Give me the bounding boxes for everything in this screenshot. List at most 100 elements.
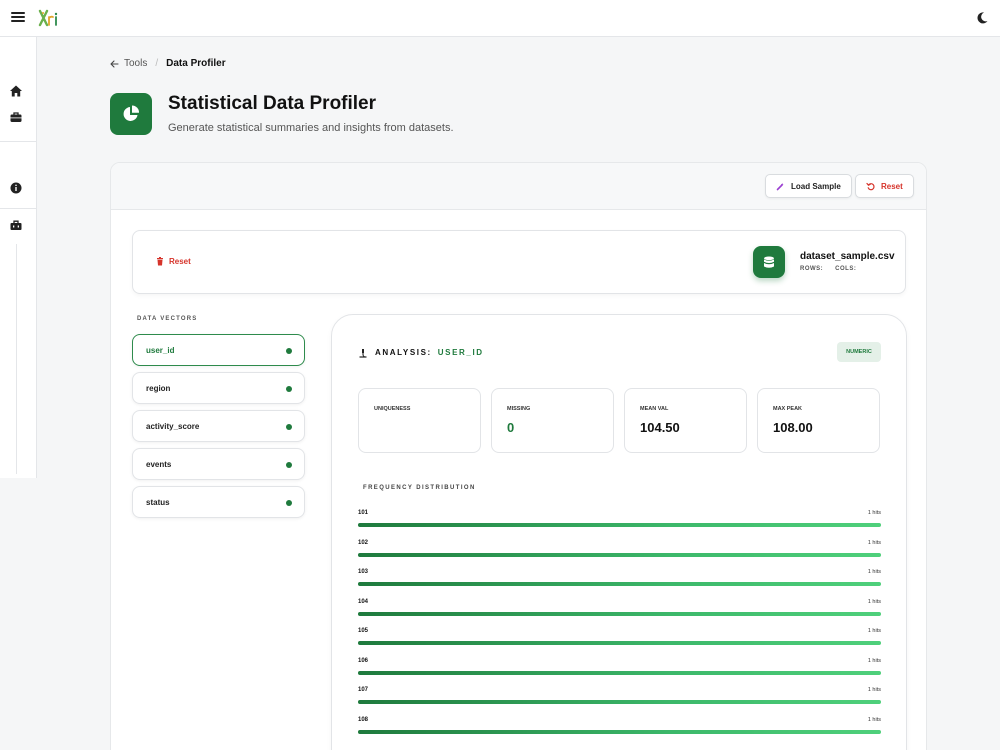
stat-label: MEAN VAL	[640, 406, 669, 412]
briefcase-icon[interactable]	[9, 110, 23, 124]
sidebar	[0, 37, 37, 478]
stat-value: 104.50	[640, 420, 680, 435]
frequency-bar-fill	[358, 523, 881, 527]
frequency-value: 106	[358, 657, 369, 664]
analysis-field: USER_ID	[437, 348, 484, 357]
frequency-bar-track	[358, 641, 881, 645]
frequency-value: 103	[358, 569, 369, 575]
frequency-heading: FREQUENCY DISTRIBUTION	[363, 485, 476, 491]
frequency-bar-fill	[358, 582, 881, 586]
status-dot	[286, 424, 292, 430]
frequency-hits: 1 hits	[867, 657, 881, 664]
frequency-row: 103 1 hits	[358, 569, 881, 587]
toolbox-icon[interactable]	[9, 218, 23, 232]
app-logo-icon[interactable]	[38, 9, 60, 27]
stat-value: 0	[507, 420, 515, 435]
home-icon[interactable]	[9, 84, 23, 98]
frequency-row: 101 1 hits	[358, 510, 881, 528]
sidebar-divider	[0, 208, 36, 209]
info-icon[interactable]	[9, 181, 23, 195]
stat-card-missing: MISSING 0	[491, 388, 614, 453]
frequency-row: 102 1 hits	[358, 540, 881, 558]
file-meta: ROWS: COLS:	[800, 266, 868, 272]
stat-card-uniqueness: UNIQUENESS	[358, 388, 481, 453]
frequency-row: 108 1 hits	[358, 717, 881, 735]
frequency-value: 108	[358, 716, 369, 723]
undo-icon	[866, 182, 875, 190]
frequency-bar-fill	[358, 700, 881, 704]
stat-label: MISSING	[507, 406, 531, 412]
wand-icon	[776, 182, 784, 190]
frequency-hits: 1 hits	[867, 539, 881, 546]
stat-label: UNIQUENESS	[374, 406, 411, 412]
frequency-bar-fill	[358, 611, 881, 616]
breadcrumb-current: Data Profiler	[166, 58, 226, 69]
frequency-hits: 1 hits	[867, 510, 881, 516]
frequency-bar-fill	[358, 641, 881, 645]
stat-label: MAX PEAK	[773, 406, 803, 412]
sidebar-divider	[0, 141, 36, 142]
frequency-bar-fill	[358, 670, 881, 675]
load-sample-label: Load Sample	[791, 181, 841, 191]
frequency-bar-track	[358, 523, 881, 527]
sidebar-tree-line	[16, 244, 17, 474]
frequency-value: 105	[358, 628, 369, 634]
rows-label: ROWS:	[800, 266, 824, 272]
frequency-row: 104 1 hits	[358, 599, 881, 617]
frequency-bar-fill	[358, 552, 881, 557]
file-reset-label: Reset	[169, 257, 191, 266]
card-toolbar: Load Sample Reset	[111, 163, 926, 210]
stat-card-mean: MEAN VAL 104.50	[624, 388, 747, 453]
file-info-bar: Reset dataset_sample.csv ROWS: COLS:	[132, 230, 906, 294]
database-icon	[764, 256, 774, 268]
frequency-bar-track	[358, 552, 881, 557]
frequency-bar-track	[358, 670, 881, 675]
cols-label: COLS:	[835, 266, 857, 272]
stat-card-max: MAX PEAK 108.00	[757, 388, 880, 453]
frequency-bar-track	[358, 700, 881, 704]
vector-label: status	[146, 498, 170, 507]
file-reset-button[interactable]: Reset	[156, 257, 191, 266]
vector-item-status[interactable]: status	[132, 486, 305, 518]
load-sample-button[interactable]: Load Sample	[765, 174, 852, 198]
frequency-row: 105 1 hits	[358, 628, 881, 646]
analysis-prefix: ANALYSIS:	[375, 348, 432, 357]
status-dot	[286, 348, 292, 354]
analysis-title: ANALYSIS: USER_ID	[375, 348, 484, 357]
reset-label: Reset	[881, 181, 903, 191]
vector-item-activity_score[interactable]: activity_score	[132, 410, 305, 442]
frequency-hits: 1 hits	[867, 687, 881, 693]
vector-label: user_id	[146, 346, 175, 355]
frequency-row: 106 1 hits	[358, 658, 881, 676]
frequency-value: 107	[358, 687, 369, 693]
file-name: dataset_sample.csv	[800, 251, 895, 262]
vector-label: events	[146, 460, 172, 469]
frequency-hits: 1 hits	[867, 598, 881, 605]
vector-label: region	[146, 384, 171, 393]
vector-label: activity_score	[146, 422, 200, 431]
frequency-value: 101	[358, 510, 369, 516]
frequency-hits: 1 hits	[867, 628, 881, 634]
frequency-bar-track	[358, 729, 881, 734]
status-dot	[286, 462, 292, 468]
frequency-hits: 1 hits	[867, 716, 881, 723]
page-subtitle: Generate statistical summaries and insig…	[168, 122, 454, 134]
breadcrumb-back-link[interactable]: Tools	[110, 58, 147, 69]
frequency-value: 104	[358, 598, 369, 605]
reset-button[interactable]: Reset	[855, 174, 914, 198]
frequency-value: 102	[358, 539, 369, 546]
breadcrumb: Tools / Data Profiler	[110, 58, 226, 69]
vector-item-events[interactable]: events	[132, 448, 305, 480]
page-title: Statistical Data Profiler	[168, 93, 377, 114]
hamburger-menu-icon[interactable]	[11, 10, 25, 26]
hero-icon-tile	[110, 93, 152, 135]
breadcrumb-separator: /	[155, 58, 159, 69]
file-icon-tile	[753, 246, 785, 278]
moon-icon[interactable]	[975, 11, 989, 25]
vector-item-user_id[interactable]: user_id	[132, 334, 305, 366]
vector-item-region[interactable]: region	[132, 372, 305, 404]
pie-chart-icon	[123, 105, 140, 121]
analysis-panel: ANALYSIS: USER_ID NUMERIC UNIQUENESS MIS…	[331, 314, 907, 750]
microscope-icon	[359, 349, 367, 358]
profiler-card: Load Sample Reset Reset dataset_sample.c…	[110, 162, 927, 750]
